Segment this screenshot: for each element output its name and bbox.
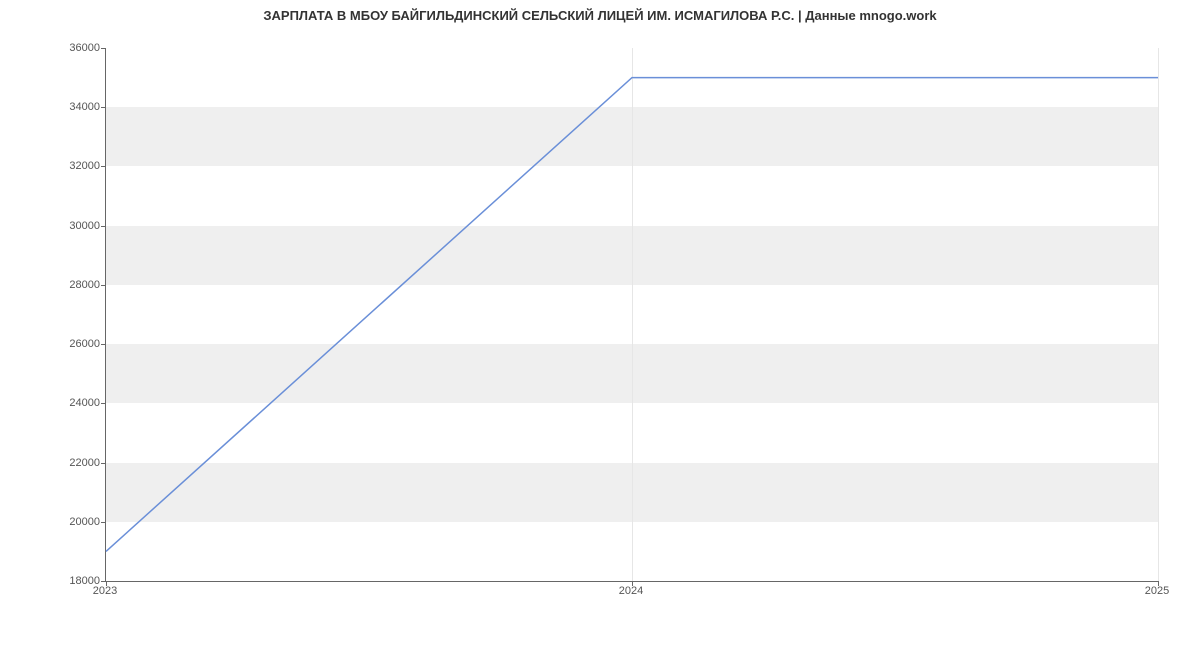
y-tick-label: 24000 <box>40 397 100 409</box>
y-tick-label: 22000 <box>40 457 100 469</box>
y-tick-label: 20000 <box>40 516 100 528</box>
plot-area <box>105 48 1158 582</box>
x-tick-label: 2024 <box>619 585 643 597</box>
y-tick-label: 34000 <box>40 101 100 113</box>
y-tick-label: 32000 <box>40 160 100 172</box>
y-tick-label: 18000 <box>40 575 100 587</box>
data-line <box>106 78 1158 552</box>
chart-container: ЗАРПЛАТА В МБОУ БАЙГИЛЬДИНСКИЙ СЕЛЬСКИЙ … <box>0 0 1200 650</box>
y-tick-label: 36000 <box>40 42 100 54</box>
y-tick-label: 26000 <box>40 338 100 350</box>
x-tick-label: 2023 <box>93 585 117 597</box>
y-tick-label: 28000 <box>40 279 100 291</box>
x-tick-mark <box>632 581 633 586</box>
y-tick-label: 30000 <box>40 220 100 232</box>
x-tick-mark <box>1158 581 1159 586</box>
line-layer <box>106 48 1158 581</box>
chart-title: ЗАРПЛАТА В МБОУ БАЙГИЛЬДИНСКИЙ СЕЛЬСКИЙ … <box>0 8 1200 23</box>
grid-vline <box>1158 48 1159 581</box>
x-tick-mark <box>106 581 107 586</box>
x-tick-label: 2025 <box>1145 585 1169 597</box>
